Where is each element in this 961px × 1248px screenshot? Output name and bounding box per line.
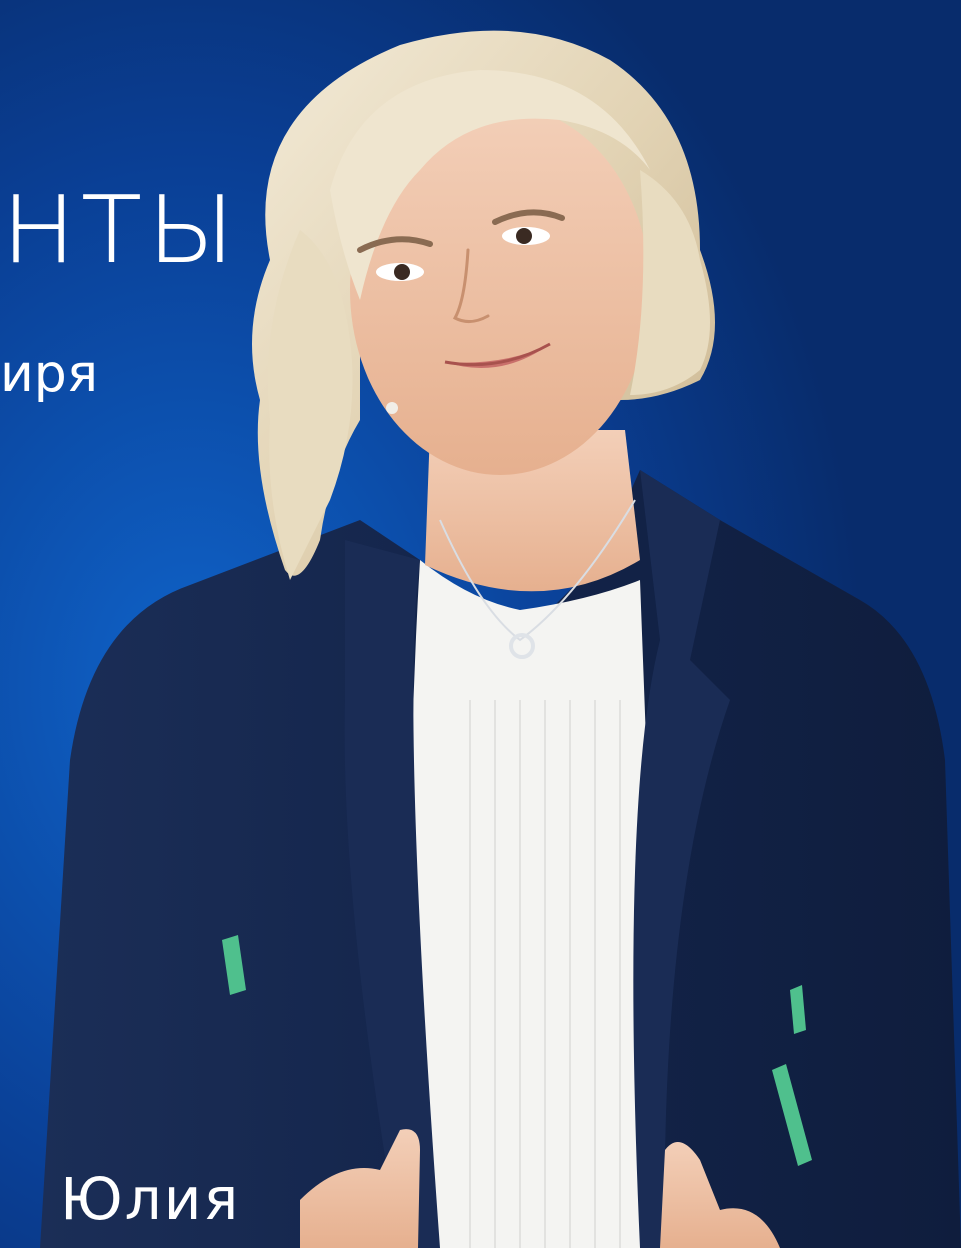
shirt	[410, 560, 665, 1248]
person-name: Юлия	[60, 1165, 241, 1233]
poster-scene: нты иря Юлия	[0, 0, 961, 1248]
iris-right	[516, 228, 532, 244]
headline-fragment: нты	[0, 146, 239, 292]
iris-left	[394, 264, 410, 280]
subline-fragment: иря	[0, 344, 99, 404]
earring	[386, 402, 398, 414]
